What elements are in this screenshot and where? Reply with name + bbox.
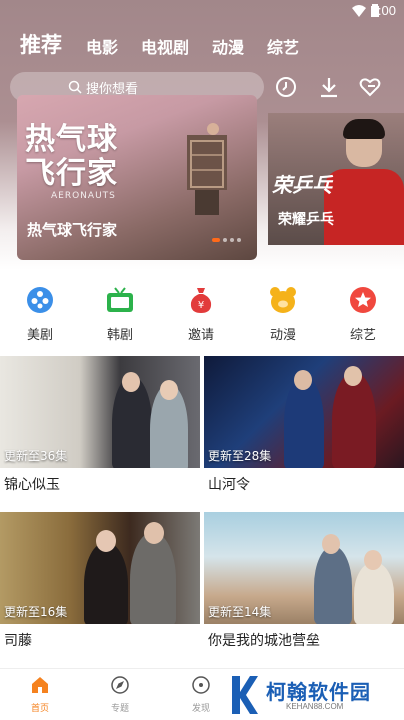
category-anime[interactable]: 动漫	[253, 286, 313, 343]
watermark-name: 柯翰软件园	[266, 680, 371, 704]
show-title: 山河令	[208, 477, 250, 493]
star-badge-icon	[350, 287, 376, 313]
watermark-url: KEHAN88.COM	[286, 702, 344, 711]
status-time: 5:00	[370, 3, 396, 18]
category-label: 韩剧	[106, 328, 133, 343]
category-label: 邀请	[187, 328, 214, 343]
banner-side-caption: 荣耀乒乓	[278, 212, 334, 228]
money-bag-icon: ¥	[190, 288, 212, 313]
banner-logo-subtitle: AERONAUTS	[51, 191, 116, 201]
history-icon[interactable]	[274, 75, 298, 99]
tv-icon	[107, 287, 133, 312]
tab-movies[interactable]: 电影	[86, 33, 118, 63]
tab-variety[interactable]: 综艺	[267, 33, 299, 63]
nav-topics[interactable]: 专题	[95, 675, 145, 714]
episode-status: 更新至14集	[208, 605, 272, 619]
category-us-drama[interactable]: 美剧	[10, 286, 70, 343]
wifi-icon	[352, 5, 366, 17]
bear-icon	[270, 287, 296, 313]
show-card[interactable]: 更新至28集 山河令	[204, 356, 404, 494]
show-card[interactable]: 更新至36集 锦心似玉	[0, 356, 200, 494]
tab-anime[interactable]: 动漫	[212, 33, 244, 63]
nav-label: 首页	[30, 704, 49, 714]
banner-side-logo: 荣乒乓	[272, 173, 332, 197]
status-bar: 5:00	[0, 0, 404, 22]
show-card[interactable]: 更新至14集 你是我的城池营垒	[204, 512, 404, 650]
category-korean-drama[interactable]: 韩剧	[90, 286, 150, 343]
show-poster: 更新至36集	[0, 356, 200, 468]
discover-icon	[192, 676, 210, 694]
show-title: 司藤	[4, 633, 32, 649]
show-card[interactable]: 更新至16集 司藤	[0, 512, 200, 650]
tab-recommend[interactable]: 推荐	[20, 30, 62, 60]
nav-label: 发现	[191, 704, 210, 714]
compass-icon	[111, 676, 129, 694]
category-variety[interactable]: 综艺	[333, 286, 393, 343]
svg-text:¥: ¥	[198, 300, 204, 311]
nav-home[interactable]: 首页	[15, 675, 65, 714]
download-icon[interactable]	[317, 75, 341, 99]
search-icon	[68, 80, 82, 94]
banner-side[interactable]: 荣乒乓 荣耀乒乓	[268, 113, 404, 245]
category-invite[interactable]: ¥ 邀请	[171, 286, 231, 343]
top-tabs: 推荐 电影 电视剧 动漫 综艺	[0, 30, 404, 64]
show-poster: 更新至14集	[204, 512, 404, 624]
category-label: 综艺	[349, 328, 376, 343]
banner-logo-text: 热气球飞行家	[25, 122, 118, 191]
category-label: 美剧	[26, 328, 53, 343]
kehan-logo-icon	[232, 676, 258, 714]
category-shortcuts: 美剧 韩剧 ¥ 邀请 动漫 综艺	[0, 286, 404, 343]
episode-status: 更新至28集	[208, 449, 272, 463]
episode-status: 更新至16集	[4, 605, 68, 619]
home-icon	[32, 677, 48, 693]
banner-pager	[209, 227, 241, 246]
nav-discover[interactable]: 发现	[176, 675, 226, 714]
show-title: 你是我的城池营垒	[208, 633, 320, 649]
tab-tv-series[interactable]: 电视剧	[141, 33, 189, 63]
watermark: 柯翰软件园 KEHAN88.COM	[222, 672, 404, 720]
banner-main[interactable]: 热气球飞行家 AERONAUTS 热气球飞行家	[17, 95, 257, 260]
show-poster: 更新至28集	[204, 356, 404, 468]
film-reel-icon	[27, 287, 53, 313]
show-poster: 更新至16集	[0, 512, 200, 624]
nav-label: 专题	[110, 704, 129, 714]
banner-caption: 热气球飞行家	[27, 221, 118, 239]
episode-status: 更新至36集	[4, 449, 68, 463]
category-label: 动漫	[269, 328, 296, 343]
hot-air-balloon-illustration	[187, 123, 227, 215]
show-title: 锦心似玉	[4, 477, 60, 493]
banner-side-figure	[324, 169, 404, 245]
favorite-icon[interactable]	[358, 75, 382, 99]
banner-side-hair	[343, 119, 385, 139]
